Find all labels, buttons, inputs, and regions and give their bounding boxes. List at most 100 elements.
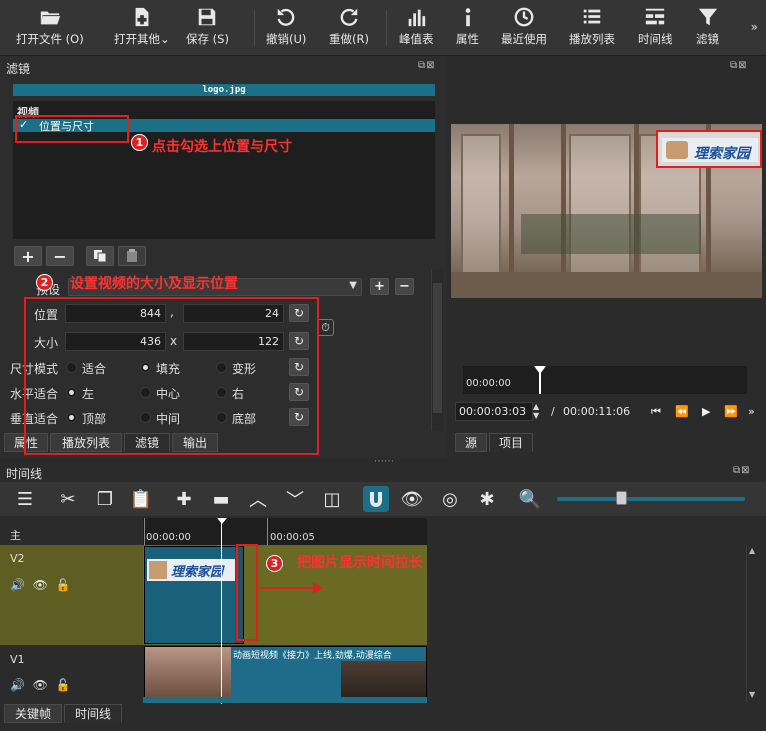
timecode-spinner[interactable]: ▲ ▼ <box>533 402 543 421</box>
ruler-start-label: 00:00:00 <box>466 378 511 389</box>
master-track-label: 主 <box>10 529 21 542</box>
annotation-box-3 <box>236 544 258 641</box>
filter-panel-dock-buttons[interactable]: ⧉⊠ <box>418 60 436 71</box>
zoom-slider-handle[interactable] <box>616 491 627 505</box>
mute-speaker-icon[interactable]: 🔊 <box>10 678 25 692</box>
player-scrub-ruler[interactable]: 00:00:00 <box>463 366 747 394</box>
fast-forward-icon[interactable]: ⏩ <box>724 405 738 418</box>
scrub-eye-icon[interactable]: 👁 <box>401 488 424 510</box>
folder-open-icon <box>40 11 60 25</box>
playlist-label: 播放列表 <box>569 32 615 46</box>
keyframe-stopwatch-button[interactable]: ⏱ <box>317 319 334 336</box>
timeline-tracks-area[interactable]: 00:00:00 00:00:05 理索家园 动画短视频《接力》上线,劲爆,动漫… <box>143 518 427 704</box>
zoom-slider[interactable] <box>557 497 745 501</box>
preview-window-decor <box>569 134 631 284</box>
remove-filter-button[interactable]: − <box>46 246 74 266</box>
clip-thumbnail: 理索家园 <box>147 559 243 581</box>
paste-icon[interactable]: 📋 <box>130 488 152 510</box>
paste-filter-button[interactable] <box>118 246 146 266</box>
toolbar-separator <box>386 10 387 46</box>
player-more-button[interactable]: » <box>748 405 755 418</box>
overwrite-icon[interactable]: ﹀ <box>284 488 306 511</box>
minus-icon: − <box>399 279 410 294</box>
filters-button[interactable]: 滤镜 <box>696 6 719 52</box>
undo-button[interactable]: 撤销(U) <box>266 6 306 52</box>
toolbar-more-button[interactable]: » <box>751 20 758 34</box>
track-head-v2[interactable]: V2 🔊 👁 🔓 <box>0 545 143 645</box>
timeline-dock-buttons[interactable]: ⧉⊠ <box>733 465 751 476</box>
timeline-vertical-scrollbar[interactable]: ▲ ▼ <box>746 546 762 702</box>
scroll-up-icon[interactable]: ▲ <box>749 546 755 555</box>
timeline-ruler[interactable]: 00:00:00 00:00:05 <box>143 518 427 545</box>
split-icon[interactable]: ◫ <box>321 488 343 510</box>
ripple-all-icon[interactable]: ✱ <box>476 488 498 510</box>
timecode-separator: / <box>551 405 555 418</box>
clock-icon <box>514 7 534 27</box>
save-button[interactable]: 保存 (S) <box>186 6 229 52</box>
track-name-v2: V2 <box>10 552 25 565</box>
tab-project[interactable]: 项目 <box>489 433 533 452</box>
timeline-button[interactable]: 时间线 <box>638 6 673 52</box>
filter-scrollbar-thumb[interactable] <box>433 283 442 413</box>
preview-vehicles-decor <box>521 214 701 254</box>
visibility-eye-icon[interactable]: 👁 <box>33 578 48 592</box>
lock-icon[interactable]: 🔓 <box>55 578 70 592</box>
tab-keyframes[interactable]: 关键帧 <box>4 704 62 723</box>
timeline-clip-logo[interactable]: 理索家园 <box>144 546 244 644</box>
visibility-eye-icon[interactable]: 👁 <box>33 678 48 692</box>
total-duration: 00:00:11:06 <box>563 405 631 418</box>
logo-figure-icon <box>666 141 688 159</box>
ruler-label-0: 00:00:00 <box>146 532 191 543</box>
ruler-label-5: 00:00:05 <box>270 532 315 543</box>
append-icon[interactable]: ✚ <box>173 488 195 510</box>
peak-meter-button[interactable]: 峰值表 <box>399 6 434 52</box>
recent-button[interactable]: 最近使用 <box>501 6 547 52</box>
annotation-number-1: 1 <box>131 134 148 151</box>
cut-icon[interactable]: ✂ <box>57 488 79 510</box>
video-preview[interactable]: 理索家园 <box>451 124 762 298</box>
annotation-number-2: 2 <box>36 274 53 291</box>
remove-icon[interactable]: ▬ <box>210 488 232 510</box>
clip-thumbnail-start <box>145 647 231 697</box>
save-preset-button[interactable]: + <box>370 278 389 295</box>
logo-overlay-inner: 理索家园 <box>662 138 758 162</box>
ripple-icon[interactable]: ◎ <box>439 488 461 510</box>
chevron-down-icon: ▼ <box>349 280 357 291</box>
lift-icon[interactable]: ︿ <box>247 488 269 511</box>
playlist-button[interactable]: 播放列表 <box>569 6 615 52</box>
mute-speaker-icon[interactable]: 🔊 <box>10 578 25 592</box>
main-toolbar: 打开文件 (O) 打开其他⌄ 保存 (S) 撤销(U) 重做(R) 峰值表 属性… <box>0 0 766 56</box>
annotation-arrow-head <box>313 582 323 594</box>
play-icon[interactable]: ▶ <box>702 405 710 418</box>
copy-filter-button[interactable] <box>86 246 114 266</box>
logo-overlay-preview[interactable]: 理索家园 <box>656 130 762 168</box>
spin-down-icon: ▼ <box>533 411 540 420</box>
tab-source[interactable]: 源 <box>455 433 487 452</box>
timeline-playhead-marker[interactable] <box>217 518 227 524</box>
lock-icon[interactable]: 🔓 <box>55 678 70 692</box>
zoom-out-icon[interactable]: 🔍 <box>519 488 541 510</box>
timeline-menu-icon[interactable]: ☰ <box>14 488 36 510</box>
spin-up-icon: ▲ <box>533 402 540 411</box>
open-file-button[interactable]: 打开文件 (O) <box>16 6 84 52</box>
track-head-v1[interactable]: V1 🔊 👁 🔓 <box>0 646 143 704</box>
timeline-horizontal-scrollbar[interactable] <box>143 697 427 703</box>
tab-timeline[interactable]: 时间线 <box>64 704 122 723</box>
rewind-icon[interactable]: ⏪ <box>675 405 689 418</box>
current-timecode-input[interactable]: 00:00:03:03 <box>455 402 533 421</box>
add-filter-button[interactable]: + <box>14 246 42 266</box>
skip-to-start-icon[interactable]: ⏮ <box>651 405 661 419</box>
timeline-icon <box>646 8 665 25</box>
timeline-clip-video[interactable]: 动画短视频《接力》上线,劲爆,动漫综合 <box>144 646 427 702</box>
timeline-empty-area[interactable] <box>427 518 746 704</box>
scroll-down-icon[interactable]: ▼ <box>749 690 755 699</box>
redo-button[interactable]: 重做(R) <box>329 6 369 52</box>
open-other-button[interactable]: 打开其他⌄ <box>114 6 170 52</box>
filter-scrollbar[interactable] <box>431 269 443 431</box>
copy-icon[interactable]: ❐ <box>94 488 116 510</box>
properties-button[interactable]: 属性 <box>456 6 479 52</box>
delete-preset-button[interactable]: − <box>395 278 414 295</box>
snap-button[interactable] <box>363 486 389 512</box>
player-dock-buttons[interactable]: ⧉⊠ <box>730 60 748 71</box>
properties-label: 属性 <box>456 32 479 46</box>
